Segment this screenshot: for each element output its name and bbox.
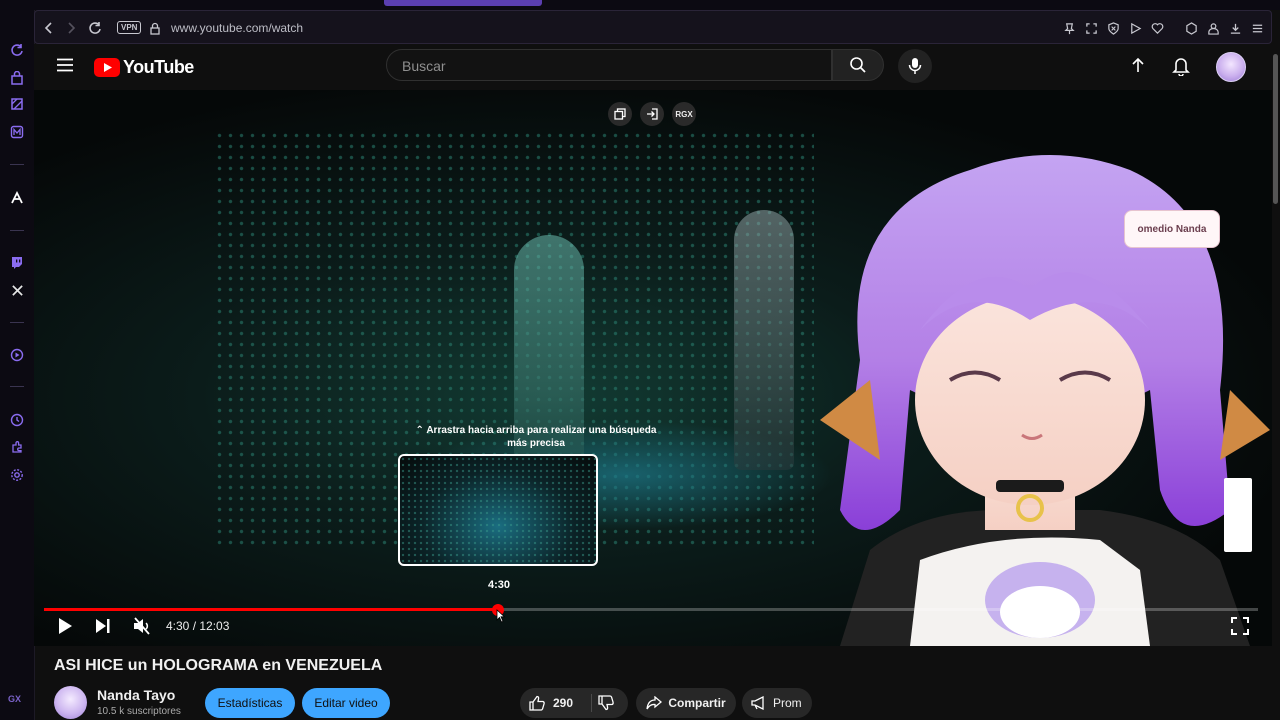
download-icon[interactable]: [1227, 20, 1243, 36]
channel-avatar[interactable]: [54, 686, 87, 719]
fullscreen-icon[interactable]: [1230, 616, 1250, 636]
channel-name[interactable]: Nanda Tayo: [97, 687, 175, 703]
stream-overlay-card: [1224, 478, 1252, 552]
upload-icon[interactable]: [1130, 57, 1146, 75]
share-button[interactable]: Compartir: [636, 688, 736, 718]
thumbs-up-icon[interactable]: [529, 695, 545, 711]
gx-label: GX: [8, 694, 22, 704]
notifications-bell-icon[interactable]: [1172, 56, 1190, 76]
play-triangle-icon[interactable]: [1127, 20, 1143, 36]
messenger-m-icon[interactable]: [9, 124, 25, 140]
history-clock-icon[interactable]: [9, 412, 25, 428]
like-count: 290: [553, 696, 574, 710]
drag-search-hint: ⌃ Arrastra hacia arriba para realizar un…: [415, 425, 657, 449]
page-scrollbar[interactable]: [1272, 44, 1280, 720]
video-title: ASI HICE un HOLOGRAMA en VENEZUELA: [54, 657, 383, 674]
reload-icon[interactable]: [87, 20, 103, 36]
hamburger-menu-icon[interactable]: [56, 58, 74, 72]
stream-overlay-bubble: omedio Nanda: [1124, 210, 1220, 248]
stack-icon[interactable]: [9, 96, 25, 112]
hologram-figure: [734, 210, 794, 470]
copy-icon[interactable]: [608, 102, 632, 126]
twitch-icon[interactable]: [9, 254, 25, 270]
rgx-button[interactable]: RGX: [672, 102, 696, 126]
browser-sidebar: GX: [0, 0, 35, 720]
search-icon: [849, 56, 867, 74]
extensions-icon[interactable]: [9, 439, 25, 455]
arc-a-icon[interactable]: [9, 190, 25, 206]
next-video-icon[interactable]: [94, 616, 112, 636]
logo-text: YouTube: [123, 57, 194, 77]
lock-icon[interactable]: [147, 20, 163, 36]
video-overlay-buttons: RGX: [608, 102, 696, 126]
progress-played: [44, 608, 499, 611]
shield-x-icon[interactable]: [1105, 20, 1121, 36]
account-avatar[interactable]: [1216, 52, 1246, 82]
tab-strip: [34, 0, 1280, 10]
promote-button[interactable]: Prom: [742, 688, 812, 718]
subscriber-count: 10.5 k suscriptores: [97, 706, 181, 717]
statistics-button[interactable]: Estadísticas: [205, 688, 295, 718]
like-dislike-group: 290: [520, 688, 628, 718]
vpn-badge[interactable]: VPN: [117, 21, 142, 34]
player-controls: 4:30 / 12:03: [44, 612, 1258, 642]
x-twitter-icon[interactable]: [9, 282, 25, 298]
vtuber-avatar-overlay: [820, 155, 1270, 646]
youtube-play-logo-icon: [94, 58, 120, 77]
back-arrow-icon[interactable]: [41, 20, 57, 36]
seek-preview-thumbnail: [398, 454, 598, 566]
player-icon[interactable]: [9, 347, 25, 363]
play-icon[interactable]: [56, 616, 74, 636]
seek-preview-time: 4:30: [487, 579, 511, 591]
address-bar: VPN www.youtube.com/watch: [34, 10, 1272, 44]
search-input[interactable]: [400, 57, 824, 75]
sidebar-divider: [10, 322, 24, 323]
scrollbar-thumb[interactable]: [1273, 54, 1278, 204]
search-button[interactable]: [832, 49, 884, 81]
active-tab[interactable]: [384, 0, 542, 6]
edit-video-button[interactable]: Editar video: [302, 688, 390, 718]
time-display: 4:30 / 12:03: [166, 619, 230, 633]
promote-button-label: Prom: [773, 696, 802, 710]
extensions-cube-icon[interactable]: [1183, 20, 1199, 36]
share-arrow-icon: [646, 696, 663, 710]
wallet-icon[interactable]: [1205, 20, 1221, 36]
like-divider: [591, 694, 592, 712]
edit-video-button-label: Editar video: [314, 696, 378, 710]
forward-arrow-icon[interactable]: [63, 20, 79, 36]
settings-gear-icon[interactable]: [9, 467, 25, 483]
shopping-bag-icon[interactable]: [9, 70, 25, 86]
megaphone-icon: [751, 696, 767, 710]
sidebar-divider: [10, 386, 24, 387]
volume-muted-icon[interactable]: [132, 616, 152, 636]
url-text[interactable]: www.youtube.com/watch: [171, 21, 303, 35]
voice-search-button[interactable]: [898, 49, 932, 83]
microphone-icon: [908, 57, 922, 75]
search-box: [386, 49, 832, 81]
thumbs-down-icon[interactable]: [598, 695, 614, 711]
share-button-label: Compartir: [668, 696, 726, 710]
sidebar-divider: [10, 164, 24, 165]
heart-icon[interactable]: [1149, 20, 1165, 36]
youtube-logo[interactable]: YouTube: [94, 57, 194, 78]
youtube-header: YouTube: [34, 44, 1272, 90]
pin-icon[interactable]: [1061, 20, 1077, 36]
sidebar-divider: [10, 230, 24, 231]
statistics-button-label: Estadísticas: [217, 696, 283, 710]
exit-icon[interactable]: [640, 102, 664, 126]
video-player[interactable]: RGX omedio Nanda ⌃ Arrastra hacia arriba…: [34, 90, 1272, 646]
refresh-cw-icon[interactable]: [9, 42, 25, 58]
screenshot-icon[interactable]: [1083, 20, 1099, 36]
easy-setup-icon[interactable]: [1249, 20, 1265, 36]
